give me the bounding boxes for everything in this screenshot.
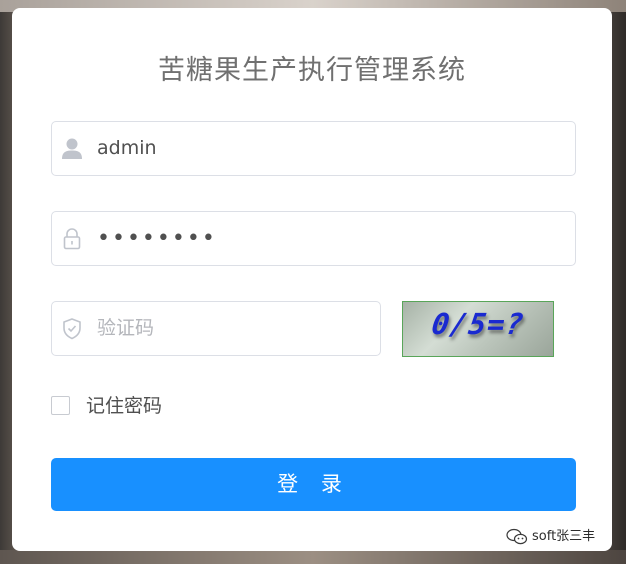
login-button[interactable]: 登 录 xyxy=(51,458,576,511)
wechat-icon xyxy=(506,528,528,546)
remember-label: 记住密码 xyxy=(86,395,163,417)
password-field[interactable]: •••••••• xyxy=(51,211,576,266)
user-icon xyxy=(61,137,83,161)
captcha-field[interactable]: 验证码 xyxy=(51,301,381,356)
captcha-placeholder: 验证码 xyxy=(97,317,155,339)
captcha-text: 0/5=? xyxy=(429,307,527,341)
username-value: admin xyxy=(97,137,157,159)
password-value: •••••••• xyxy=(97,226,217,251)
username-field[interactable]: admin xyxy=(51,121,576,176)
lock-icon xyxy=(61,227,83,251)
shield-icon xyxy=(61,317,83,341)
watermark-text: soft张三丰 xyxy=(532,529,596,544)
page-title: 苦糖果生产执行管理系统 xyxy=(158,55,466,86)
captcha-image[interactable]: 0/5=? xyxy=(402,301,554,357)
login-card: 苦糖果生产执行管理系统 admin •••••••• 验证码 0/5=? 记住密… xyxy=(12,8,612,551)
background-photo-bottom xyxy=(0,550,626,564)
remember-checkbox[interactable] xyxy=(51,396,70,415)
